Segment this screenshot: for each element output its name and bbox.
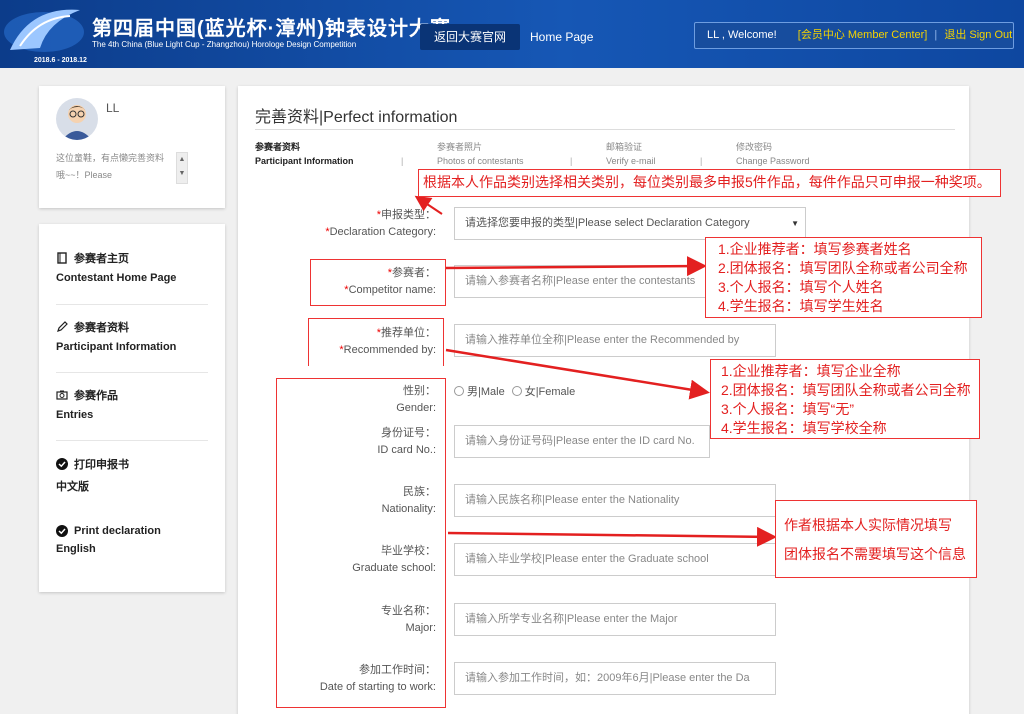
annotation-text: 4.学生报名：填写学校全称 <box>721 420 887 436</box>
arrow-category <box>414 195 443 215</box>
annotation-text: 1.企业推荐者：填写企业全称 <box>721 363 901 379</box>
annotation-text: 作者根据本人实际情况填写 <box>784 517 952 533</box>
annotation-text: 2.团体报名：填写团队全称或者公司全称 <box>718 260 968 276</box>
annotation-text: 根据本人作品类别选择相关类别，每位类别最多申报5件作品，每件作品只可申报一种奖项… <box>423 174 991 190</box>
arrow-recommended <box>445 348 710 400</box>
annotation-text: 3.个人报名：填写“无” <box>721 401 854 417</box>
annotation-text: 2.团体报名：填写团队全称或者公司全称 <box>721 382 971 398</box>
arrow-competitor <box>445 256 707 277</box>
annotation-arrows <box>414 195 777 547</box>
arrow-personal <box>447 526 777 547</box>
annotation-text: 4.学生报名：填写学生姓名 <box>718 298 884 314</box>
annotation-personal: 作者根据本人实际情况填写 团体报名不需要填写这个信息 <box>775 500 977 578</box>
annotation-text: 3.个人报名：填写个人姓名 <box>718 279 884 295</box>
annotation-text: 团体报名不需要填写这个信息 <box>784 546 966 562</box>
annotation-text: 1.企业推荐者：填写参赛者姓名 <box>718 241 912 257</box>
annotation-competitor: 1.企业推荐者：填写参赛者姓名 2.团体报名：填写团队全称或者公司全称 3.个人… <box>705 237 982 318</box>
annotation-category: 根据本人作品类别选择相关类别，每位类别最多申报5件作品，每件作品只可申报一种奖项… <box>418 169 1001 197</box>
annotation-recommended: 1.企业推荐者：填写企业全称 2.团体报名：填写团队全称或者公司全称 3.个人报… <box>710 359 980 439</box>
